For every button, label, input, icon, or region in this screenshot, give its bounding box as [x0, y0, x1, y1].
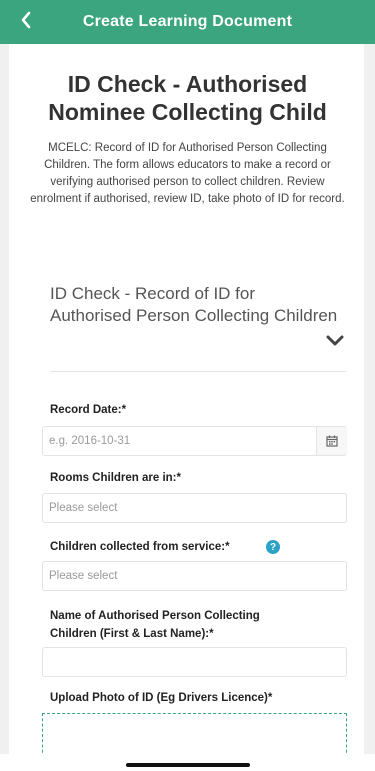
chevron-down-icon[interactable] [325, 334, 345, 348]
record-date-input[interactable] [42, 426, 347, 456]
section-title[interactable]: ID Check - Record of ID for Authorised P… [50, 283, 340, 327]
authorised-name-label-line-1: Name of Authorised Person Collecting [50, 610, 260, 622]
section-divider [50, 371, 346, 372]
collected-from-label-text: Children collected from service: [50, 541, 226, 553]
required-marker: * [176, 472, 182, 484]
chevron-left-icon [21, 11, 31, 29]
authorised-name-label-line-2: Children (First & Last Name): [50, 628, 210, 640]
right-gutter [364, 44, 375, 754]
calendar-icon [326, 435, 338, 447]
form-title-line-1: ID Check - Authorised [67, 71, 308, 97]
back-button[interactable] [6, 0, 46, 40]
form-description: MCELC: Record of ID for Authorised Perso… [30, 142, 345, 205]
authorised-name-label: Name of Authorised Person Collecting Chi… [50, 607, 260, 643]
calendar-button[interactable] [316, 427, 347, 455]
collected-from-select[interactable] [42, 561, 347, 591]
upload-photo-label-text: Upload Photo of ID (Eg Drivers Licence) [50, 692, 268, 704]
home-indicator [126, 763, 250, 767]
rooms-select[interactable] [42, 493, 347, 523]
required-marker: * [225, 541, 230, 553]
form-title-line-2: Nominee Collecting Child [48, 99, 327, 125]
header-title: Create Learning Document [82, 13, 293, 30]
rooms-label: Rooms Children are in:* [50, 472, 181, 484]
collected-from-label: Children collected from service:* [50, 541, 230, 553]
record-date-label: Record Date:* [50, 404, 126, 416]
help-icon[interactable]: ? [266, 540, 280, 554]
upload-photo-dropzone[interactable] [42, 713, 347, 758]
required-marker: * [267, 692, 273, 704]
app-header: Create Learning Document [0, 0, 375, 44]
rooms-label-text: Rooms Children are in: [50, 472, 177, 484]
authorised-name-input[interactable] [42, 647, 347, 677]
form-title: ID Check - Authorised Nominee Collecting… [20, 70, 355, 126]
left-gutter [0, 44, 9, 754]
required-marker: * [121, 404, 127, 416]
upload-photo-label: Upload Photo of ID (Eg Drivers Licence)* [50, 692, 272, 704]
required-marker: * [209, 628, 214, 640]
record-date-label-text: Record Date: [50, 404, 122, 416]
